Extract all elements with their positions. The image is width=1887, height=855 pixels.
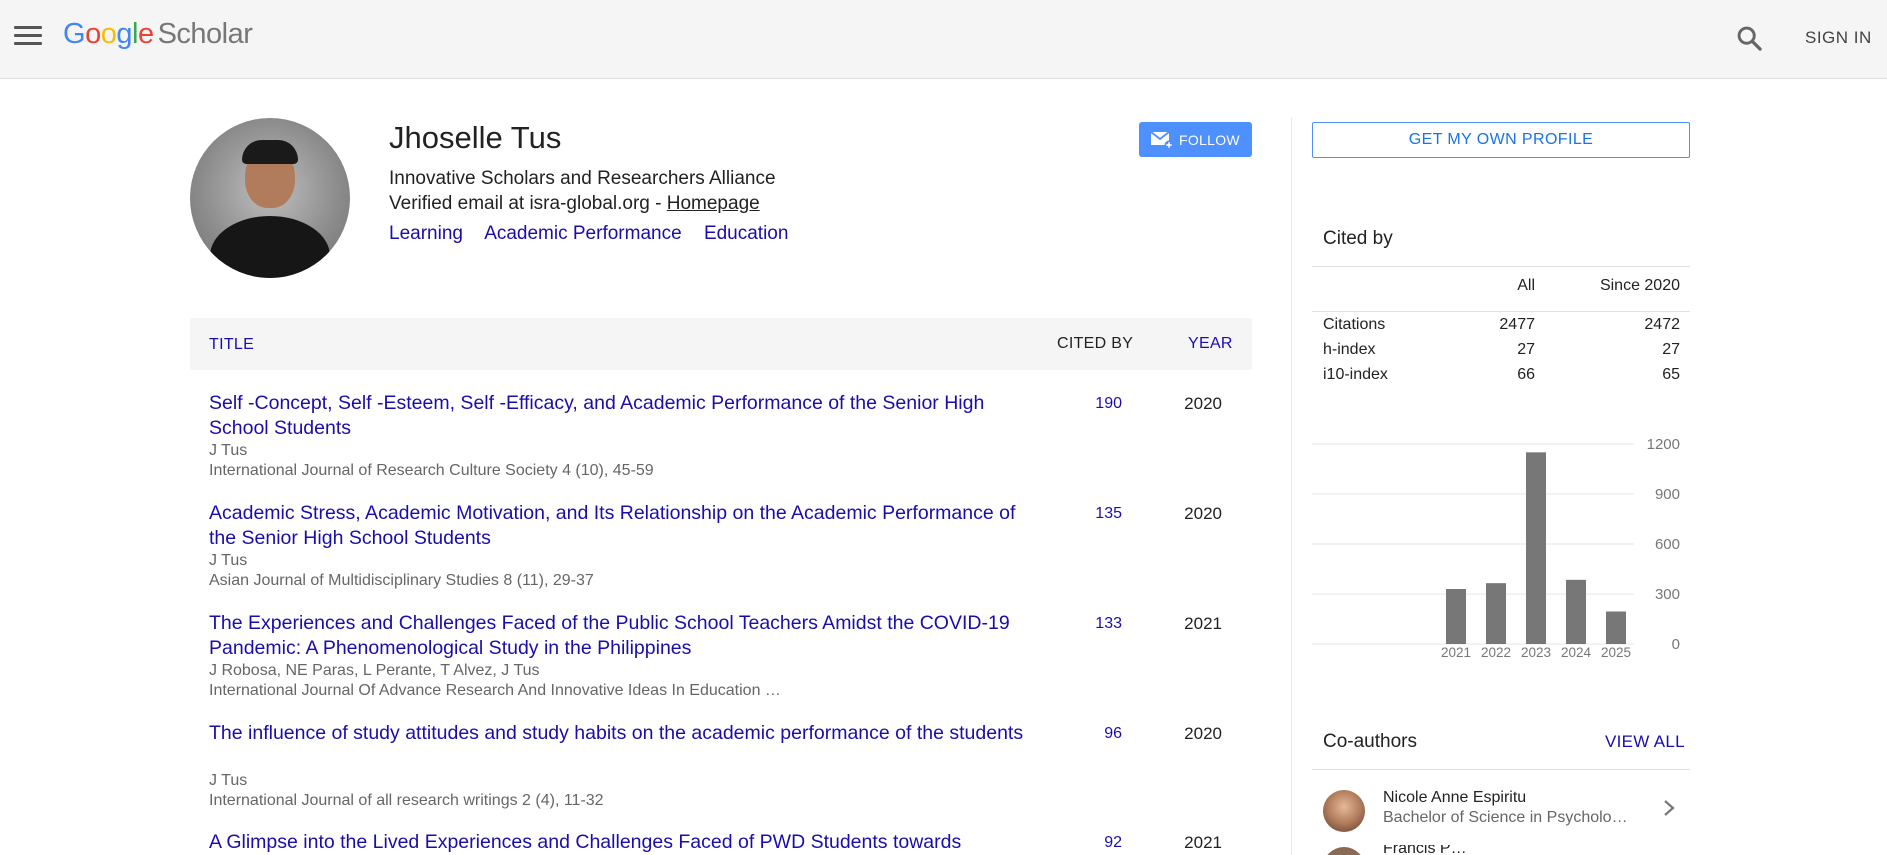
articles-table-header: TITLE CITED BY YEAR (190, 318, 1252, 370)
logo-scholar: Scholar (157, 18, 253, 50)
metric-all: 66 (1517, 366, 1535, 383)
metric-label: i10-index (1323, 366, 1388, 383)
menu-icon[interactable] (14, 26, 42, 48)
bar-2023[interactable] (1526, 452, 1546, 644)
top-bar: Google Scholar SIGN IN (0, 0, 1887, 79)
profile-name: Jhoselle Tus (389, 120, 562, 155)
email-text: Verified email at isra-global.org - (389, 193, 667, 214)
article-authors: J Tus (209, 772, 248, 789)
article-cited-by[interactable]: 190 (1050, 395, 1122, 413)
follow-button[interactable]: FOLLOW (1139, 122, 1252, 157)
logo-google: Google (63, 18, 154, 50)
view-all-coauthors-link[interactable]: VIEW ALL (1605, 732, 1685, 752)
interest-learning[interactable]: Learning (389, 223, 463, 244)
col-since-2020: Since 2020 (1599, 277, 1680, 294)
article-cited-by[interactable]: 92 (1050, 834, 1122, 852)
interest-academic-performance[interactable]: Academic Performance (484, 223, 681, 244)
article-year: 2020 (1184, 504, 1222, 523)
profile-affiliation: Innovative Scholars and Researchers Alli… (389, 168, 776, 189)
y-tick-label: 0 (1672, 636, 1680, 653)
x-tick-label: 2025 (1601, 645, 1631, 660)
metric-row-i10-index: i10-index 66 65 (1323, 366, 1680, 391)
citations-per-year-chart: 0 300 600 900 1200 2021 2022 2023 2024 2025 (1312, 436, 1680, 660)
article-cited-by[interactable]: 96 (1050, 725, 1122, 743)
coauthor-avatar (1323, 790, 1365, 832)
y-tick-label: 900 (1655, 486, 1680, 503)
bar-2021[interactable] (1446, 589, 1466, 644)
cited-by-column-header: CITED BY (1057, 335, 1134, 352)
article-venue: Asian Journal of Multidisciplinary Studi… (209, 572, 594, 589)
article-venue: International Journal of all research wr… (209, 792, 604, 809)
article-title[interactable]: Self -Concept, Self -Esteem, Self -Effic… (209, 391, 1044, 441)
divider (1312, 311, 1690, 312)
bar-2024[interactable] (1566, 579, 1586, 644)
divider (1312, 266, 1690, 267)
coauthor-item[interactable]: Francis P… (1312, 845, 1690, 855)
article-cited-by[interactable]: 135 (1050, 505, 1122, 523)
coauthor-item[interactable]: Nicole Anne Espiritu Bachelor of Science… (1312, 786, 1690, 832)
article-authors: J Robosa, NE Paras, L Perante, T Alvez, … (209, 662, 540, 679)
y-tick-label: 600 (1655, 536, 1680, 553)
profile-email: Verified email at isra-global.org - Home… (389, 193, 760, 215)
bar-2025[interactable] (1606, 611, 1626, 645)
metric-row-citations: Citations 2477 2472 (1323, 316, 1680, 341)
coauthor-name: Francis P… (1383, 845, 1467, 855)
mail-plus-icon (1150, 131, 1174, 150)
metric-since: 27 (1662, 341, 1680, 358)
interest-education[interactable]: Education (704, 223, 789, 244)
metric-all: 27 (1517, 341, 1535, 358)
divider (1312, 769, 1690, 770)
x-tick-label: 2021 (1441, 645, 1471, 660)
search-icon[interactable] (1735, 24, 1763, 52)
table-row: A Glimpse into the Lived Experiences and… (190, 830, 1252, 855)
cited-by-table: All Since 2020 Citations 2477 2472 h-ind… (1323, 277, 1680, 391)
y-tick-label: 1200 (1647, 436, 1680, 453)
sort-by-title[interactable]: TITLE (209, 336, 254, 354)
metric-row-h-index: h-index 27 27 (1323, 341, 1680, 366)
profile-avatar (190, 118, 350, 278)
cited-by-title: Cited by (1323, 228, 1393, 249)
coauthor-avatar (1323, 847, 1365, 855)
article-venue: International Journal Of Advance Researc… (209, 682, 781, 699)
google-scholar-logo[interactable]: Google Scholar (63, 18, 253, 51)
profile-interests: Learning Academic Performance Education (389, 223, 805, 245)
metric-since: 65 (1662, 366, 1680, 383)
y-tick-label: 300 (1655, 586, 1680, 603)
sort-by-year[interactable]: YEAR (1188, 335, 1233, 353)
bar-2022[interactable] (1486, 583, 1506, 644)
coauthor-description: Bachelor of Science in Psycholo… (1383, 809, 1628, 826)
coauthor-name: Nicole Anne Espiritu (1383, 789, 1527, 806)
article-authors: J Tus (209, 552, 248, 569)
cited-by-header-row: All Since 2020 (1323, 277, 1680, 302)
x-tick-label: 2024 (1561, 645, 1592, 660)
col-all: All (1517, 277, 1535, 294)
article-title[interactable]: Academic Stress, Academic Motivation, an… (209, 501, 1044, 551)
article-title[interactable]: A Glimpse into the Lived Experiences and… (209, 830, 1044, 855)
column-divider (1291, 118, 1292, 855)
homepage-link[interactable]: Homepage (667, 193, 760, 214)
metric-label: Citations (1323, 316, 1386, 333)
chevron-right-icon (1664, 800, 1675, 816)
article-year: 2020 (1184, 394, 1222, 413)
metric-label: h-index (1323, 341, 1376, 358)
article-year: 2021 (1184, 614, 1222, 633)
get-my-own-profile-button[interactable]: GET MY OWN PROFILE (1312, 122, 1690, 158)
article-title[interactable]: The Experiences and Challenges Faced of … (209, 611, 1044, 661)
article-year: 2020 (1184, 724, 1222, 743)
follow-label: FOLLOW (1179, 132, 1240, 148)
coauthors-title: Co-authors (1323, 731, 1417, 752)
article-cited-by[interactable]: 133 (1050, 615, 1122, 633)
metric-since: 2472 (1644, 316, 1680, 333)
metric-all: 2477 (1499, 316, 1535, 333)
article-authors: J Tus (209, 442, 248, 459)
article-venue: International Journal of Research Cultur… (209, 462, 654, 479)
article-year: 2021 (1184, 833, 1222, 852)
sign-in-button[interactable]: SIGN IN (1805, 28, 1872, 48)
x-tick-label: 2023 (1521, 645, 1551, 660)
x-tick-label: 2022 (1481, 645, 1511, 660)
article-title[interactable]: The influence of study attitudes and stu… (209, 721, 1044, 746)
